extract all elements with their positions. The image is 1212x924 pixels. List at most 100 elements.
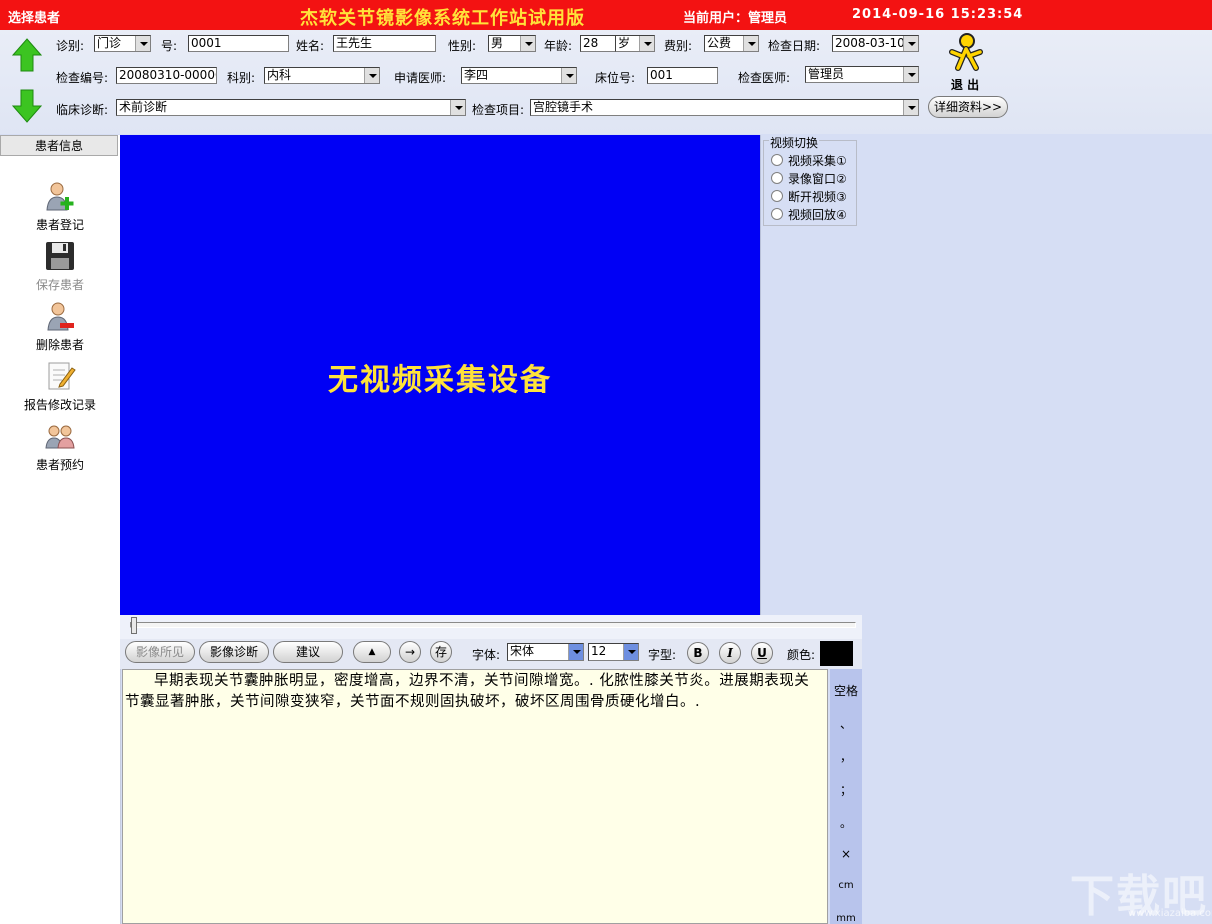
video-display: 无视频采集设备: [120, 135, 760, 615]
number-input[interactable]: 0001: [188, 35, 289, 52]
chevron-down-icon: [135, 36, 150, 51]
fee-type-select[interactable]: 公费: [704, 35, 759, 52]
requesting-doctor-select[interactable]: 李四: [461, 67, 577, 84]
chevron-down-icon: [364, 68, 379, 83]
name-input[interactable]: 王先生: [333, 35, 436, 52]
symbol-times-button[interactable]: ×: [830, 847, 862, 861]
exam-no-input[interactable]: 20080310-000001: [116, 67, 217, 84]
clinical-diagnosis-select[interactable]: 术前诊断: [116, 99, 466, 116]
chevron-down-icon: [743, 36, 758, 51]
watermark-url: www.xiazaiba.com: [1128, 908, 1212, 919]
details-button[interactable]: 详细资料>>: [928, 96, 1008, 118]
radio-video-capture[interactable]: 视频采集①: [771, 152, 847, 169]
sidebar-item-label: 患者预约: [35, 458, 84, 472]
patient-form: 诊别: 门诊 号: 0001 姓名: 王先生 性别: 男 年龄: 28 岁 费别…: [0, 30, 1212, 134]
radio-circle-icon: [771, 208, 783, 220]
chevron-down-icon: [568, 644, 583, 660]
no-video-message: 无视频采集设备: [328, 363, 552, 398]
color-label: 颜色:: [787, 648, 816, 662]
move-up-button[interactable]: ▲: [353, 641, 391, 663]
radio-circle-icon: [771, 172, 783, 184]
datetime: 2014-09-16 15:23:54: [852, 7, 1024, 22]
underline-button[interactable]: U: [751, 642, 773, 664]
sidebar-item-delete[interactable]: 删除患者: [0, 300, 120, 353]
chevron-down-icon: [561, 68, 576, 83]
bed-no-label: 床位号:: [595, 71, 636, 85]
clinical-diagnosis-label: 临床诊断:: [56, 103, 109, 117]
findings-button[interactable]: 影像所见: [125, 641, 195, 663]
radio-video-playback[interactable]: 视频回放④: [771, 206, 847, 223]
patients-appointment-icon: [45, 425, 75, 449]
playback-slider[interactable]: [120, 615, 862, 639]
symbol-period-button[interactable]: 。: [830, 814, 862, 831]
department-label: 科别:: [227, 71, 256, 85]
suggestion-button[interactable]: 建议: [273, 641, 343, 663]
report-text-editor[interactable]: 早期表现关节囊肿胀明显，密度增高，边界不清，关节间隙增宽。. 化脓性膝关节炎。进…: [122, 669, 828, 924]
fee-type-label: 费别:: [664, 39, 693, 53]
symbol-mm-button[interactable]: mm: [830, 913, 862, 924]
diagnosis-button[interactable]: 影像诊断: [199, 641, 269, 663]
running-man-icon: [949, 33, 983, 71]
slider-thumb[interactable]: [131, 617, 137, 634]
sidebar-item-report-log[interactable]: 报告修改记录: [0, 360, 120, 413]
select-patient-link[interactable]: 选择患者: [8, 7, 60, 26]
font-family-select[interactable]: 宋体: [507, 643, 584, 661]
video-switch-caption: 视频切换: [769, 134, 820, 151]
previous-arrow-icon[interactable]: [12, 38, 42, 72]
color-picker-swatch[interactable]: [820, 641, 853, 666]
sidebar-item-register[interactable]: 患者登记: [0, 180, 120, 233]
exam-item-label: 检查项目:: [472, 103, 525, 117]
sidebar-item-label: 报告修改记录: [23, 398, 96, 412]
font-size-select[interactable]: 12: [588, 643, 639, 661]
italic-button[interactable]: I: [719, 642, 741, 664]
symbol-bar: 空格 、 ， ； 。 × cm mm: [830, 669, 862, 924]
radio-disconnect-video[interactable]: 断开视频③: [771, 188, 847, 205]
report-edit-icon: [48, 362, 76, 390]
font-label: 字体:: [472, 648, 501, 662]
gender-label: 性别:: [448, 39, 477, 53]
age-unit-select[interactable]: 岁: [615, 35, 655, 52]
bold-button[interactable]: B: [687, 642, 709, 664]
radio-circle-icon: [771, 190, 783, 202]
requesting-doctor-label: 申请医师:: [394, 71, 447, 85]
radio-record-window[interactable]: 录像窗口②: [771, 170, 847, 187]
video-switch-panel: 视频切换 视频采集① 录像窗口② 断开视频③ 视频回放④: [760, 134, 859, 615]
exit-label: 退 出: [950, 78, 980, 92]
symbol-space-button[interactable]: 空格: [830, 682, 862, 699]
exam-doctor-select[interactable]: 管理员: [805, 66, 919, 83]
symbol-semicolon-button[interactable]: ；: [830, 781, 862, 798]
floppy-save-icon: [46, 242, 74, 270]
chevron-down-icon: [520, 36, 535, 51]
patient-sidebar: 患者信息 患者登记 保存患者 删除患者 报告修改记录 患者预约: [0, 135, 121, 924]
age-input[interactable]: 28: [580, 35, 616, 52]
patient-delete-icon: [47, 302, 74, 331]
patient-add-icon: [46, 182, 74, 211]
gender-select[interactable]: 男: [488, 35, 536, 52]
sidebar-header: 患者信息: [0, 135, 118, 156]
exit-button[interactable]: 退 出: [940, 32, 990, 92]
right-empty-area: [860, 135, 1212, 924]
number-label: 号:: [161, 39, 178, 53]
chevron-down-icon: [623, 644, 638, 660]
visit-type-select[interactable]: 门诊: [94, 35, 151, 52]
sidebar-item-label: 保存患者: [35, 278, 84, 292]
insert-arrow-button[interactable]: →: [399, 641, 421, 663]
symbol-comma-button[interactable]: ，: [830, 748, 862, 765]
exam-item-select[interactable]: 宫腔镜手术: [530, 99, 919, 116]
exam-date-picker[interactable]: 2008-03-10: [832, 35, 919, 52]
name-label: 姓名:: [296, 39, 325, 53]
symbol-cm-button[interactable]: cm: [830, 880, 862, 891]
department-select[interactable]: 内科: [264, 67, 380, 84]
next-arrow-icon[interactable]: [12, 89, 42, 123]
video-switch-group: 视频切换 视频采集① 录像窗口② 断开视频③ 视频回放④: [763, 134, 857, 226]
sidebar-item-appointment[interactable]: 患者预约: [0, 420, 120, 473]
report-toolbar: 影像所见 影像诊断 建议 ▲ → 存 字体: 宋体 12 字型: B I U 颜…: [120, 639, 862, 669]
sidebar-item-save[interactable]: 保存患者: [0, 240, 120, 293]
bed-no-input[interactable]: 001: [647, 67, 718, 84]
symbol-enum-comma-button[interactable]: 、: [830, 715, 862, 732]
save-template-button[interactable]: 存: [430, 641, 452, 663]
chevron-down-icon: [450, 100, 465, 115]
app-title: 杰软关节镜影像系统工作站试用版: [300, 8, 585, 29]
exam-doctor-label: 检查医师:: [738, 71, 791, 85]
current-user: 当前用户：管理员: [683, 11, 788, 26]
